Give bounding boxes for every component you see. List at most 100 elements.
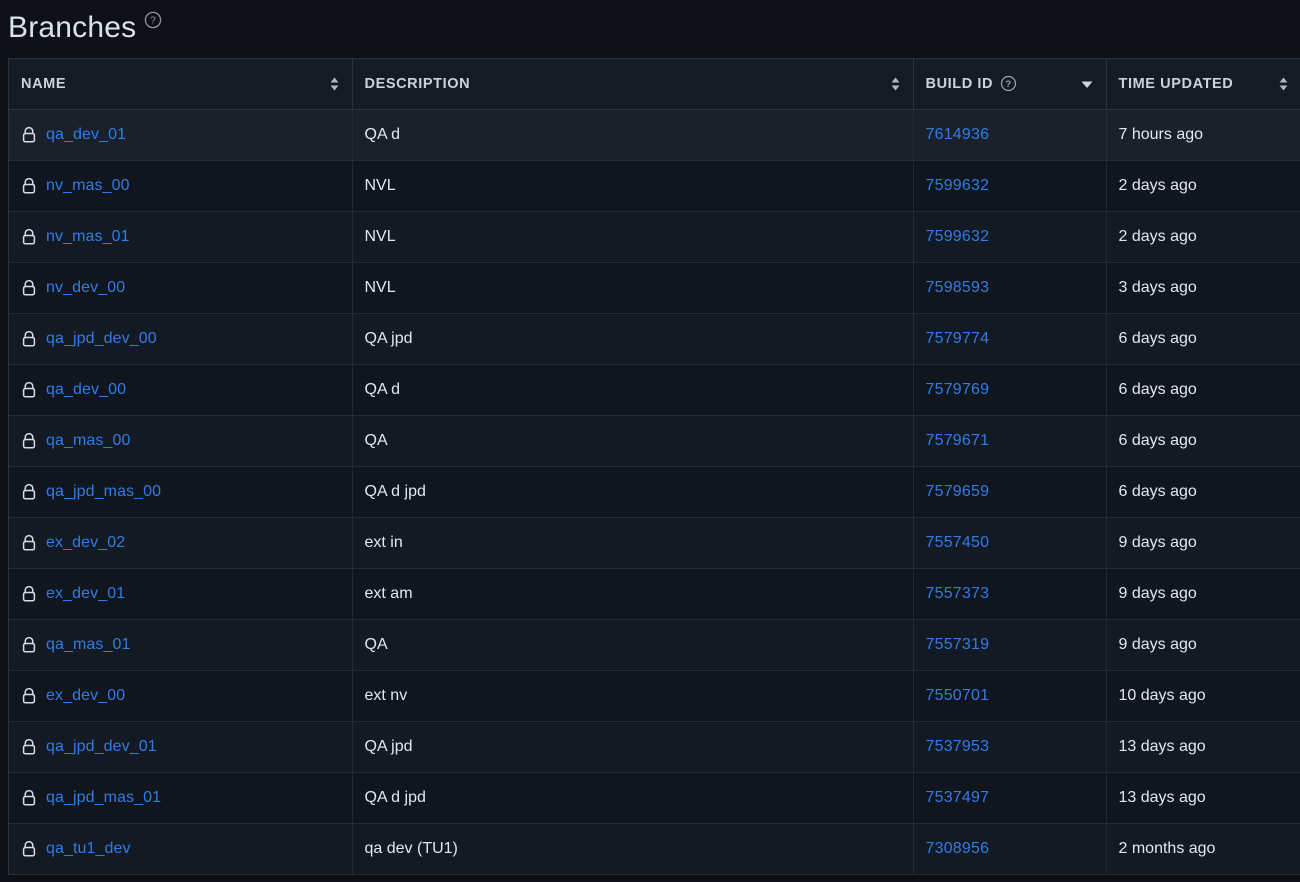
cell-description: QA d: [352, 364, 914, 416]
column-header-name-label: NAME: [21, 75, 67, 92]
lock-icon: [21, 177, 37, 195]
branch-name-link[interactable]: ex_dev_01: [46, 585, 125, 603]
build-id-link[interactable]: 7579774: [926, 330, 990, 347]
cell-build-id: 7579671: [913, 415, 1107, 467]
build-id-link[interactable]: 7579769: [926, 381, 990, 398]
page-header: Branches ?: [0, 0, 1300, 48]
cell-name: qa_mas_01: [9, 619, 353, 671]
cell-time-updated: 2 months ago: [1106, 823, 1300, 875]
build-id-link[interactable]: 7550701: [926, 687, 990, 704]
build-id-link[interactable]: 7598593: [926, 279, 990, 296]
cell-time-updated: 2 days ago: [1106, 160, 1300, 212]
cell-name: qa_jpd_dev_01: [9, 721, 353, 773]
table-row[interactable]: nv_mas_01 NVL 7599632 2 days ago: [9, 211, 1300, 263]
build-id-link[interactable]: 7614936: [926, 126, 990, 143]
table-row[interactable]: qa_jpd_dev_00 QA jpd 7579774 6 days ago: [9, 313, 1300, 365]
branch-name-link[interactable]: qa_dev_01: [46, 126, 126, 144]
branch-description: NVL: [364, 278, 396, 296]
cell-time-updated: 7 hours ago: [1106, 109, 1300, 161]
build-id-link[interactable]: 7557450: [926, 534, 990, 551]
branch-description: qa dev (TU1): [364, 839, 458, 857]
table-row[interactable]: qa_tu1_dev qa dev (TU1) 7308956 2 months ag…: [9, 823, 1300, 875]
table-row[interactable]: qa_jpd_mas_00 QA d jpd 7579659 6 days ago: [9, 466, 1300, 518]
branch-name-link[interactable]: qa_mas_00: [46, 432, 131, 450]
branch-name-link[interactable]: ex_dev_02: [46, 534, 125, 552]
branch-name-link[interactable]: ex_dev_00: [46, 687, 125, 705]
lock-icon: [21, 330, 37, 348]
build-id-link[interactable]: 7557319: [926, 636, 990, 653]
branch-name-link[interactable]: nv_mas_00: [46, 177, 130, 195]
build-id-link[interactable]: 7537953: [926, 738, 990, 755]
table-row[interactable]: qa_dev_01 QA d 7614936 7 hours ago: [9, 109, 1300, 161]
branch-name-link[interactable]: qa_jpd_dev_00: [46, 330, 157, 348]
sort-both-icon[interactable]: [890, 76, 901, 92]
column-header-description[interactable]: DESCRIPTION: [352, 59, 914, 110]
column-header-build-id[interactable]: BUILD ID ?: [913, 59, 1107, 110]
time-updated-value: 7 hours ago: [1118, 125, 1204, 143]
cell-time-updated: 6 days ago: [1106, 415, 1300, 467]
branch-name-link[interactable]: qa_mas_01: [46, 636, 131, 654]
table-row[interactable]: qa_jpd_dev_01 QA jpd 7537953 13 days ago: [9, 721, 1300, 773]
time-updated-value: 13 days ago: [1118, 737, 1206, 755]
branch-description: ext nv: [364, 686, 408, 704]
build-id-link[interactable]: 7579671: [926, 432, 990, 449]
table-body: qa_dev_01 QA d 7614936 7 hours ago nv_mas_00…: [9, 109, 1300, 875]
branch-name-link[interactable]: qa_jpd_mas_01: [46, 789, 161, 807]
branch-name-link[interactable]: qa_jpd_mas_00: [46, 483, 161, 501]
table-row[interactable]: qa_mas_01 QA 7557319 9 days ago: [9, 619, 1300, 671]
time-updated-value: 10 days ago: [1118, 686, 1206, 704]
sort-descending-icon[interactable]: [1080, 79, 1094, 89]
table-row[interactable]: qa_mas_00 QA 7579671 6 days ago: [9, 415, 1300, 467]
table-row[interactable]: nv_dev_00 NVL 7598593 3 days ago: [9, 262, 1300, 314]
cell-name: ex_dev_00: [9, 670, 353, 722]
cell-description: NVL: [352, 160, 914, 212]
branch-name-link[interactable]: qa_jpd_dev_01: [46, 738, 157, 756]
cell-description: QA: [352, 415, 914, 467]
column-header-time-updated[interactable]: TIME UPDATED: [1106, 59, 1300, 110]
table-row[interactable]: qa_dev_00 QA d 7579769 6 days ago: [9, 364, 1300, 416]
build-id-link[interactable]: 7579659: [926, 483, 990, 500]
cell-time-updated: 13 days ago: [1106, 772, 1300, 824]
time-updated-value: 2 days ago: [1118, 227, 1197, 245]
sort-both-icon[interactable]: [1278, 76, 1289, 92]
build-id-link[interactable]: 7599632: [926, 228, 990, 245]
cell-description: QA jpd: [352, 721, 914, 773]
table-row[interactable]: qa_jpd_mas_01 QA d jpd 7537497 13 days ago: [9, 772, 1300, 824]
cell-build-id: 7308956: [913, 823, 1107, 875]
question-circle-icon[interactable]: ?: [144, 11, 162, 29]
branches-page: Branches ? NAME DESCRIPTION BUILD ID ? T…: [0, 0, 1300, 882]
branch-name-link[interactable]: nv_mas_01: [46, 228, 130, 246]
cell-build-id: 7557373: [913, 568, 1107, 620]
branch-description: NVL: [364, 176, 396, 194]
build-id-link[interactable]: 7599632: [926, 177, 990, 194]
branch-description: ext am: [364, 584, 413, 602]
cell-time-updated: 2 days ago: [1106, 211, 1300, 263]
cell-name: qa_mas_00: [9, 415, 353, 467]
build-id-link[interactable]: 7557373: [926, 585, 990, 602]
cell-build-id: 7579659: [913, 466, 1107, 518]
table-row[interactable]: ex_dev_00 ext nv 7550701 10 days ago: [9, 670, 1300, 722]
branch-description: QA jpd: [364, 737, 413, 755]
cell-build-id: 7537953: [913, 721, 1107, 773]
build-id-link[interactable]: 7537497: [926, 789, 990, 806]
cell-name: nv_dev_00: [9, 262, 353, 314]
lock-icon: [21, 585, 37, 603]
table-row[interactable]: ex_dev_02 ext in 7557450 9 days ago: [9, 517, 1300, 569]
table-row[interactable]: nv_mas_00 NVL 7599632 2 days ago: [9, 160, 1300, 212]
branches-table: NAME DESCRIPTION BUILD ID ? TIME UPDATED…: [9, 59, 1300, 875]
build-id-help-icon[interactable]: ?: [1000, 75, 1017, 92]
cell-description: QA d jpd: [352, 772, 914, 824]
sort-both-icon[interactable]: [329, 76, 340, 92]
branch-name-link[interactable]: nv_dev_00: [46, 279, 125, 297]
column-header-name[interactable]: NAME: [9, 59, 353, 110]
svg-text:?: ?: [151, 16, 157, 27]
table-header: NAME DESCRIPTION BUILD ID ? TIME UPDATED: [9, 59, 1300, 110]
cell-build-id: 7599632: [913, 160, 1107, 212]
cell-name: ex_dev_01: [9, 568, 353, 620]
cell-description: QA jpd: [352, 313, 914, 365]
build-id-link[interactable]: 7308956: [926, 840, 990, 857]
branch-name-link[interactable]: qa_dev_00: [46, 381, 126, 399]
table-row[interactable]: ex_dev_01 ext am 7557373 9 days ago: [9, 568, 1300, 620]
lock-icon: [21, 789, 37, 807]
branch-name-link[interactable]: qa_tu1_dev: [46, 840, 131, 858]
